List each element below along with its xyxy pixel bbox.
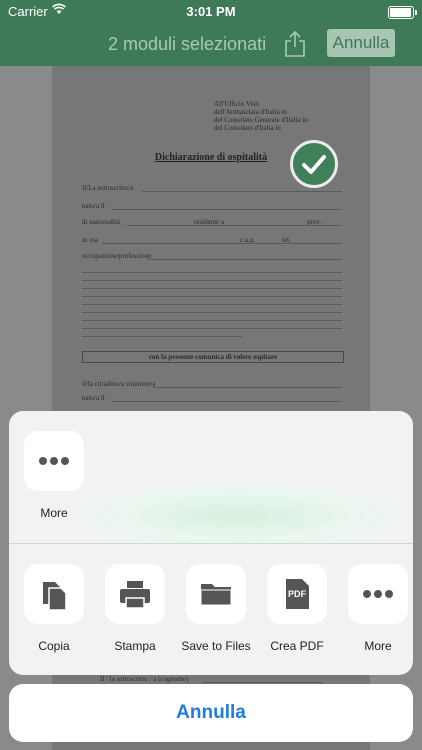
print-button[interactable] — [105, 564, 165, 624]
field-label: in via — [82, 236, 98, 244]
share-icon[interactable] — [283, 30, 307, 58]
paragraph-line — [82, 304, 342, 305]
more-actions-button[interactable] — [348, 564, 408, 624]
print-label: Stampa — [114, 639, 156, 653]
field-label: occupazione/professione — [82, 252, 152, 260]
copy-button[interactable] — [24, 564, 84, 624]
address-line: All'Ufficio Visti — [214, 100, 260, 108]
address-line: del Consolato d'Italia in — [214, 124, 281, 132]
field-line — [112, 401, 342, 402]
address-line: del Consolato Generale d'Italia in — [214, 116, 308, 124]
sheet-highlight — [69, 481, 409, 551]
paragraph-line — [82, 296, 342, 297]
pdf-badge: PDF — [288, 589, 306, 599]
field-line — [152, 387, 342, 388]
field-label: Il / la sottoscritto / a (cognome) — [100, 675, 189, 683]
create-pdf-label: Crea PDF — [270, 639, 324, 653]
field-label: nato/a il — [82, 394, 105, 402]
field-label: di nazionalità — [82, 218, 120, 226]
paragraph-line — [82, 272, 342, 273]
paragraph-line — [82, 328, 342, 329]
more-top-button[interactable] — [24, 431, 84, 491]
field-line — [127, 225, 342, 226]
save-to-files-label: Save to Files — [181, 639, 251, 653]
battery-icon — [388, 6, 417, 19]
more-top-label: More — [40, 506, 68, 520]
field-line — [147, 259, 342, 260]
field-line — [112, 209, 342, 210]
clock: 3:01 PM — [186, 4, 236, 19]
section-title: con la presente comunica di volere ospit… — [82, 351, 344, 363]
cancel-sheet-button[interactable]: Annulla — [9, 684, 413, 742]
more-dots-icon — [363, 590, 393, 598]
save-to-files-button[interactable] — [186, 564, 246, 624]
paragraph-line — [82, 288, 342, 289]
cancel-selection-button[interactable]: Annulla — [327, 29, 395, 57]
paragraph-line — [82, 312, 342, 313]
status-bar: Carrier 3:01 PM — [0, 0, 422, 24]
selected-checkmark-icon[interactable] — [290, 140, 338, 188]
field-line — [202, 682, 322, 683]
copy-label: Copia — [38, 639, 70, 653]
copy-icon — [43, 582, 67, 611]
create-pdf-button[interactable]: PDF — [267, 564, 327, 624]
selection-title: 2 moduli selezionati — [108, 34, 267, 54]
share-sheet: More Copia Stampa Save to Files PDF Crea… — [9, 411, 413, 675]
sheet-divider — [9, 543, 413, 544]
field-line — [102, 243, 342, 244]
paragraph-line — [82, 336, 242, 337]
more-dots-icon — [39, 457, 69, 465]
more-actions-label: More — [364, 639, 392, 653]
field-line — [142, 191, 342, 192]
field-label: Il/La sottoscritto/a — [82, 184, 134, 192]
folder-icon — [200, 584, 232, 606]
paragraph-line — [82, 280, 342, 281]
field-label: il/la cittadino/a straniero/a — [82, 380, 156, 388]
address-line: dell'Ambasciata d'Italia in — [214, 108, 287, 116]
paragraph-line — [82, 320, 342, 321]
printer-icon — [120, 581, 150, 609]
field-label: nato/a il — [82, 202, 105, 210]
nav-bar: 2 moduli selezionati Annulla — [0, 24, 422, 66]
